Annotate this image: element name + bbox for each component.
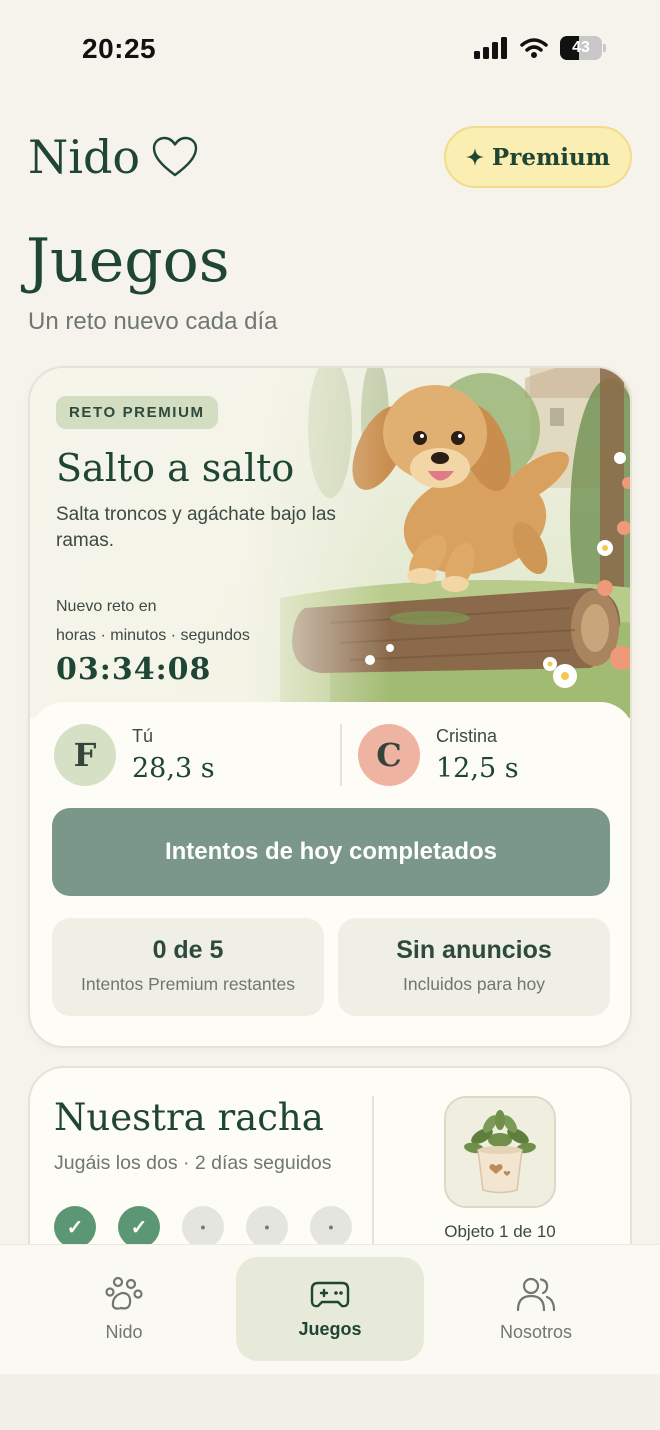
premium-button[interactable]: Premium (444, 126, 632, 188)
app-brand: Nido (28, 130, 198, 184)
timer-value: 03:34:08 (56, 652, 212, 687)
premium-attempts-stat: 0 de 5 Intentos Premium restantes (52, 918, 324, 1016)
battery-level: 43 (572, 39, 590, 56)
streak-day-done: ✓ (54, 1206, 96, 1248)
home-indicator-area (0, 1374, 660, 1430)
stat-value: 0 de 5 (152, 936, 224, 964)
streak-day-pending: • (310, 1206, 352, 1248)
heart-icon (152, 136, 198, 177)
divider (340, 724, 342, 786)
player-score: 12,5 s (436, 753, 519, 784)
streak-subtitle: Jugáis los dos · 2 días seguidos (54, 1152, 332, 1174)
premium-label: Premium (491, 143, 611, 171)
tab-juegos[interactable]: Juegos (236, 1257, 424, 1361)
streak-day-pending: • (246, 1206, 288, 1248)
stat-label: Intentos Premium restantes (81, 974, 295, 994)
game-title: Salto a salto (56, 446, 295, 490)
timer-label: Nuevo reto en (56, 598, 157, 615)
object-label: Objeto 1 de 10 (444, 1222, 556, 1241)
challenge-card: RETO PREMIUM Salto a salto Salta troncos… (28, 366, 632, 1048)
status-icons: 43 (474, 36, 606, 60)
streak-days: ✓ ✓ • • • (54, 1206, 352, 1248)
tab-nido[interactable]: Nido (30, 1257, 218, 1361)
tab-nosotros[interactable]: Nosotros (442, 1257, 630, 1361)
player-score: 28,3 s (132, 753, 215, 784)
brand-name: Nido (28, 130, 141, 184)
player-name: Tú (132, 726, 154, 746)
no-ads-stat: Sin anuncios Incluidos para hoy (338, 918, 610, 1016)
attempts-completed-button[interactable]: Intentos de hoy completados (52, 808, 610, 896)
player-name: Cristina (436, 726, 498, 746)
divider (372, 1096, 374, 1256)
status-time: 20:25 (82, 33, 157, 64)
reward-object-tile[interactable] (444, 1096, 556, 1208)
player-me: F Tú 28,3 s (54, 724, 215, 786)
streak-day-pending: • (182, 1206, 224, 1248)
battery-icon: 43 (560, 36, 606, 60)
signal-icon (474, 37, 507, 59)
wifi-icon (520, 38, 548, 58)
tab-label: Nosotros (499, 1321, 573, 1342)
stat-label: Incluidos para hoy (402, 974, 546, 994)
avatar: F (54, 724, 116, 786)
tab-bar: Nido Juegos Nosotros (0, 1244, 660, 1374)
tab-label: Juegos (298, 1318, 362, 1339)
game-description: Salta troncos y agáchate bajo las ramas. (56, 504, 336, 551)
plant-pot-icon (464, 1110, 536, 1194)
paw-icon (105, 1276, 143, 1310)
streak-title: Nuestra racha (54, 1096, 324, 1139)
people-icon (516, 1277, 556, 1311)
challenge-hero: RETO PREMIUM Salto a salto Salta troncos… (30, 368, 630, 718)
tab-label: Nido (105, 1321, 143, 1342)
streak-day-done: ✓ (118, 1206, 160, 1248)
page-title: Juegos (26, 226, 230, 296)
challenge-badge: RETO PREMIUM (56, 396, 218, 429)
status-bar: 20:25 43 (0, 0, 660, 96)
timer-units: horas · minutos · segundos (56, 627, 250, 644)
avatar: C (358, 724, 420, 786)
sparkle-icon (465, 148, 484, 166)
page-subtitle: Un reto nuevo cada día (28, 308, 278, 335)
results-panel: F Tú 28,3 s C Cristina 12,5 s Intentos d… (30, 702, 630, 1046)
stat-value: Sin anuncios (396, 936, 552, 964)
player-partner: C Cristina 12,5 s (358, 724, 519, 786)
gamepad-icon (310, 1281, 350, 1307)
